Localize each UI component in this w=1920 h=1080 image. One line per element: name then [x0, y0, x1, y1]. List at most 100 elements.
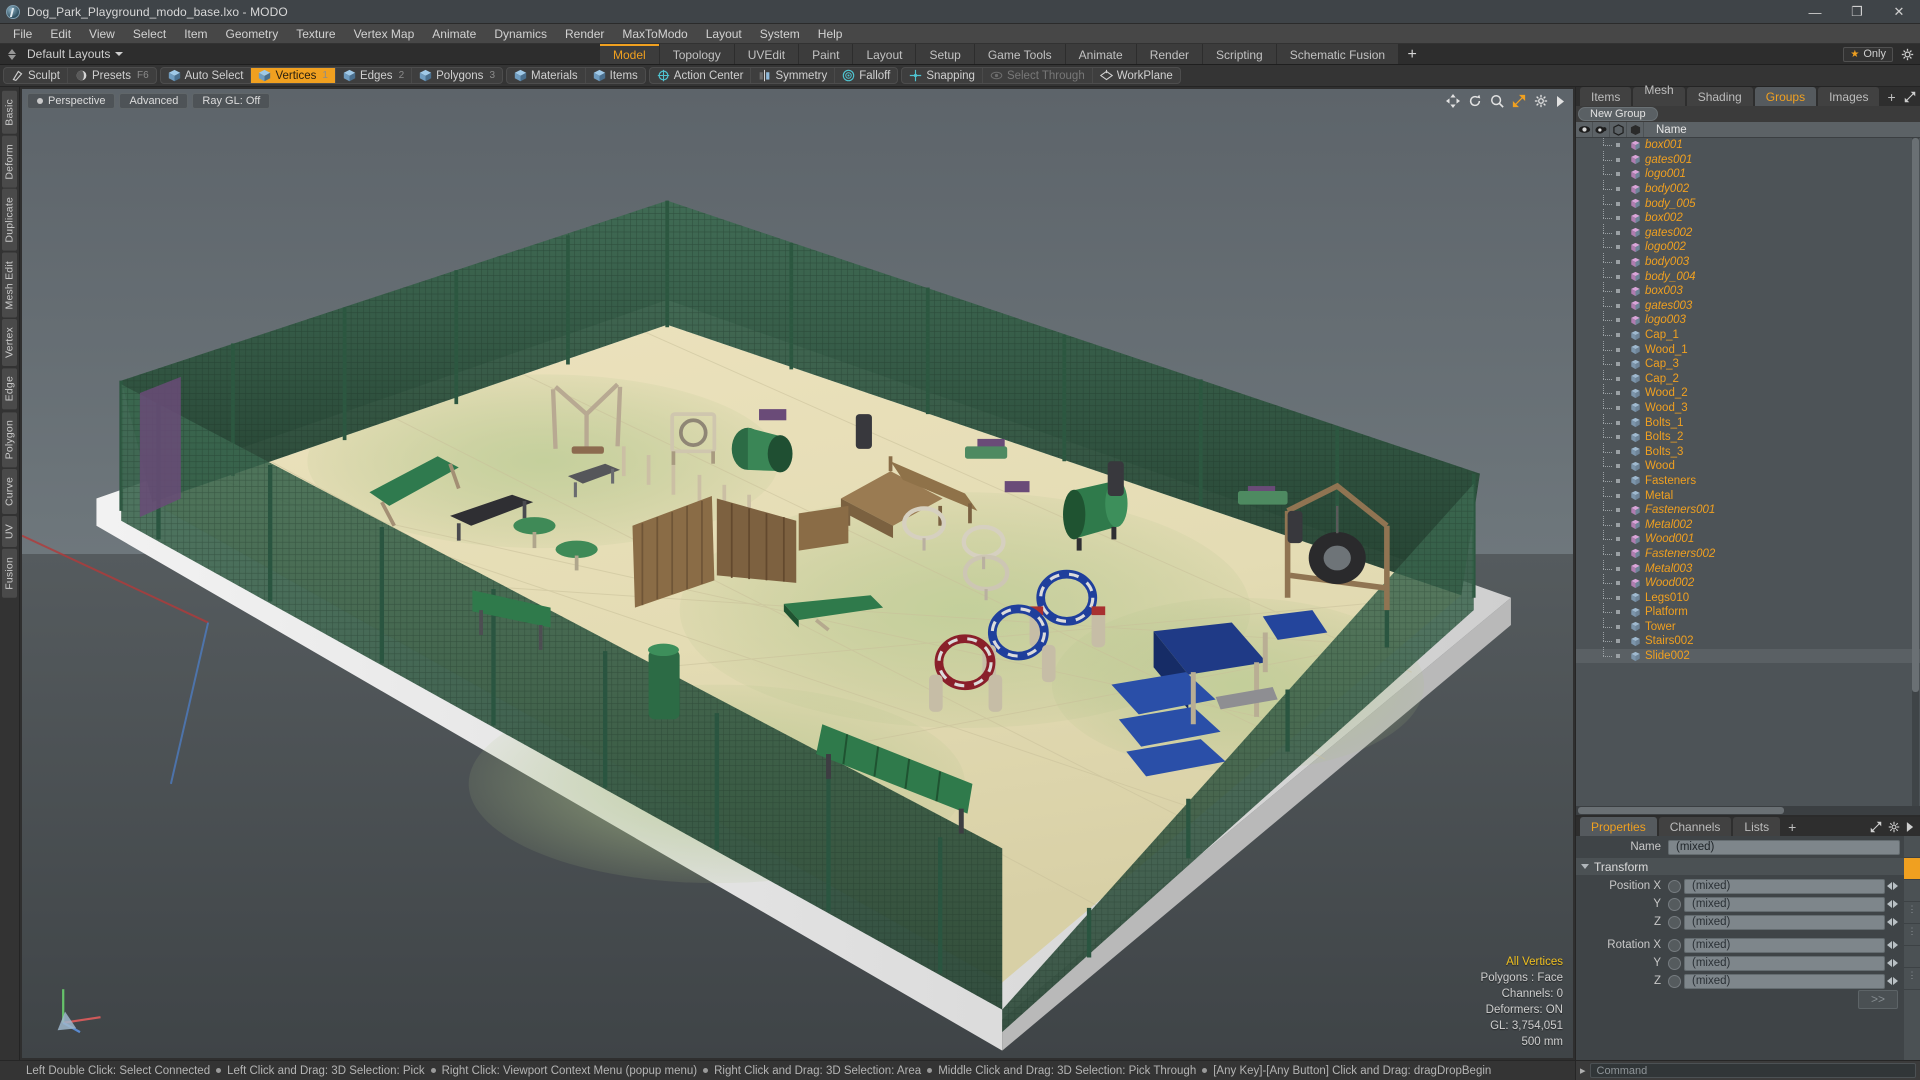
item-list-row[interactable]: Wood001 — [1576, 530, 1920, 547]
toolbar-materials-button[interactable]: Materials — [507, 68, 585, 83]
property-stepper-arrows[interactable] — [1885, 941, 1900, 949]
menu-view[interactable]: View — [80, 24, 124, 44]
item-list-row[interactable]: Fasteners001 — [1576, 501, 1920, 518]
right-tab-[interactable]: + — [1881, 87, 1901, 106]
item-list-row[interactable]: Metal003 — [1576, 559, 1920, 576]
side-cell[interactable] — [1904, 880, 1920, 902]
toolbar-auto-select-button[interactable]: Auto Select — [161, 68, 251, 83]
item-list-row[interactable]: Wood_1 — [1576, 340, 1920, 357]
toolbar-falloff-button[interactable]: Falloff — [834, 68, 897, 83]
property-value-field[interactable]: (mixed) — [1684, 955, 1885, 971]
eye-visibility-icon[interactable] — [1576, 122, 1593, 137]
shaded-icon[interactable] — [1627, 122, 1644, 137]
toolbar-presets-button[interactable]: Presets F6 — [66, 68, 156, 83]
side-cell[interactable] — [1904, 836, 1920, 858]
zoom-view-icon[interactable] — [1490, 94, 1504, 108]
properties-tab-lists[interactable]: Lists — [1733, 817, 1781, 836]
expand-properties-icon[interactable] — [1870, 821, 1882, 833]
property-channel-toggle[interactable] — [1668, 879, 1681, 893]
layout-tab-model[interactable]: Model — [600, 44, 659, 64]
toolbar-vertices-button[interactable]: Vertices 1 — [250, 68, 335, 83]
property-value-field[interactable]: (mixed) — [1684, 973, 1885, 989]
item-list-row[interactable]: Cap_1 — [1576, 326, 1920, 343]
layout-selector[interactable]: Default Layouts — [0, 44, 600, 64]
rotate-view-icon[interactable] — [1468, 94, 1482, 108]
property-channel-toggle[interactable] — [1668, 956, 1681, 970]
item-list-row[interactable]: gates002 — [1576, 223, 1920, 241]
item-list-scrollbar[interactable] — [1912, 138, 1919, 806]
item-list-row[interactable]: Slide002 — [1576, 647, 1920, 664]
expand-more-button[interactable]: >> — [1858, 989, 1898, 1009]
item-list-row[interactable]: Cap_2 — [1576, 369, 1920, 387]
gear-icon[interactable] — [1901, 48, 1914, 61]
left-tab-mesh-edit[interactable]: Mesh Edit — [2, 252, 17, 318]
left-tab-duplicate[interactable]: Duplicate — [2, 189, 17, 251]
item-list-row[interactable]: body_004 — [1576, 267, 1920, 284]
layout-tab-setup[interactable]: Setup — [916, 44, 974, 64]
wireframe-icon[interactable] — [1610, 122, 1627, 137]
menu-file[interactable]: File — [4, 24, 41, 44]
layout-tab-topology[interactable]: Topology — [659, 44, 734, 64]
toolbar-select-through-button[interactable]: Select Through — [981, 68, 1092, 83]
toolbar-symmetry-button[interactable]: Symmetry — [750, 68, 834, 83]
raygl-toggle-button[interactable]: Ray GL: Off — [192, 93, 271, 109]
toolbar-items-button[interactable]: Items — [584, 68, 645, 83]
item-list-row[interactable]: Tower — [1576, 617, 1920, 635]
minimize-button[interactable]: — — [1794, 0, 1836, 24]
add-layout-tab-button[interactable]: + — [1399, 44, 1426, 64]
property-stepper-arrows[interactable] — [1885, 882, 1900, 890]
right-tab-mesh[interactable]: Mesh ... — [1633, 83, 1685, 111]
properties-gear-icon[interactable] — [1888, 821, 1900, 833]
item-list-row[interactable]: Metal002 — [1576, 515, 1920, 532]
item-list-row[interactable]: Stairs002 — [1576, 632, 1920, 649]
left-tab-uv[interactable]: UV — [2, 516, 17, 548]
item-list-row[interactable]: logo002 — [1576, 238, 1920, 255]
item-list-row[interactable]: body_005 — [1576, 194, 1920, 211]
only-toggle-button[interactable]: ★ Only — [1843, 46, 1893, 62]
default-layouts-label[interactable]: Default Layouts — [27, 47, 124, 61]
menu-maxtomodo[interactable]: MaxToModo — [613, 24, 696, 44]
render-visibility-icon[interactable] — [1593, 122, 1610, 137]
item-list-row[interactable]: Wood — [1576, 457, 1920, 474]
properties-tab-[interactable]: + — [1782, 817, 1802, 836]
3d-viewport[interactable]: Perspective Advanced Ray GL: Off All Ver… — [22, 89, 1573, 1058]
menu-layout[interactable]: Layout — [697, 24, 751, 44]
property-stepper-arrows[interactable] — [1885, 959, 1900, 967]
left-tab-curve[interactable]: Curve — [2, 469, 17, 515]
item-list-row[interactable]: Wood_2 — [1576, 384, 1920, 401]
name-field[interactable]: (mixed) — [1668, 839, 1900, 855]
right-tab-groups[interactable]: Groups — [1754, 87, 1817, 106]
property-stepper-arrows[interactable] — [1885, 900, 1900, 908]
toolbar-workplane-button[interactable]: WorkPlane — [1091, 68, 1180, 83]
perspective-view-button[interactable]: Perspective — [27, 93, 116, 109]
fit-view-icon[interactable] — [1512, 94, 1526, 108]
right-tab-items[interactable]: Items — [1580, 87, 1632, 106]
layout-updown-icon[interactable] — [6, 48, 19, 61]
item-list-row[interactable]: Metal — [1576, 486, 1920, 503]
property-value-field[interactable]: (mixed) — [1684, 878, 1885, 894]
item-list-row[interactable]: gates003 — [1576, 296, 1920, 314]
menu-select[interactable]: Select — [124, 24, 175, 44]
expand-panel-icon[interactable] — [1904, 91, 1916, 103]
property-channel-toggle[interactable] — [1668, 938, 1681, 952]
menu-texture[interactable]: Texture — [287, 24, 344, 44]
layout-tab-paint[interactable]: Paint — [799, 44, 853, 64]
property-value-field[interactable]: (mixed) — [1684, 896, 1885, 912]
layout-tab-schematic-fusion[interactable]: Schematic Fusion — [1276, 44, 1399, 64]
move-view-icon[interactable] — [1446, 94, 1460, 108]
item-list-row[interactable]: box001 — [1576, 138, 1920, 153]
viewport-settings-icon[interactable] — [1534, 94, 1548, 108]
item-list-row[interactable]: Platform — [1576, 603, 1920, 620]
item-list-row[interactable]: Fasteners — [1576, 471, 1920, 489]
side-cell-dots[interactable]: ⋮ — [1904, 968, 1920, 990]
properties-menu-icon[interactable] — [1906, 821, 1914, 833]
menu-edit[interactable]: Edit — [41, 24, 80, 44]
layout-tab-layout[interactable]: Layout — [853, 44, 916, 64]
viewport-menu-icon[interactable] — [1556, 95, 1565, 108]
item-list-row[interactable]: Cap_3 — [1576, 355, 1920, 372]
item-list-row[interactable]: logo003 — [1576, 311, 1920, 328]
shading-mode-button[interactable]: Advanced — [119, 93, 189, 109]
side-cell-dots[interactable]: ⋮ — [1904, 924, 1920, 946]
left-tab-polygon[interactable]: Polygon — [2, 411, 17, 468]
item-list-row[interactable]: logo001 — [1576, 165, 1920, 182]
